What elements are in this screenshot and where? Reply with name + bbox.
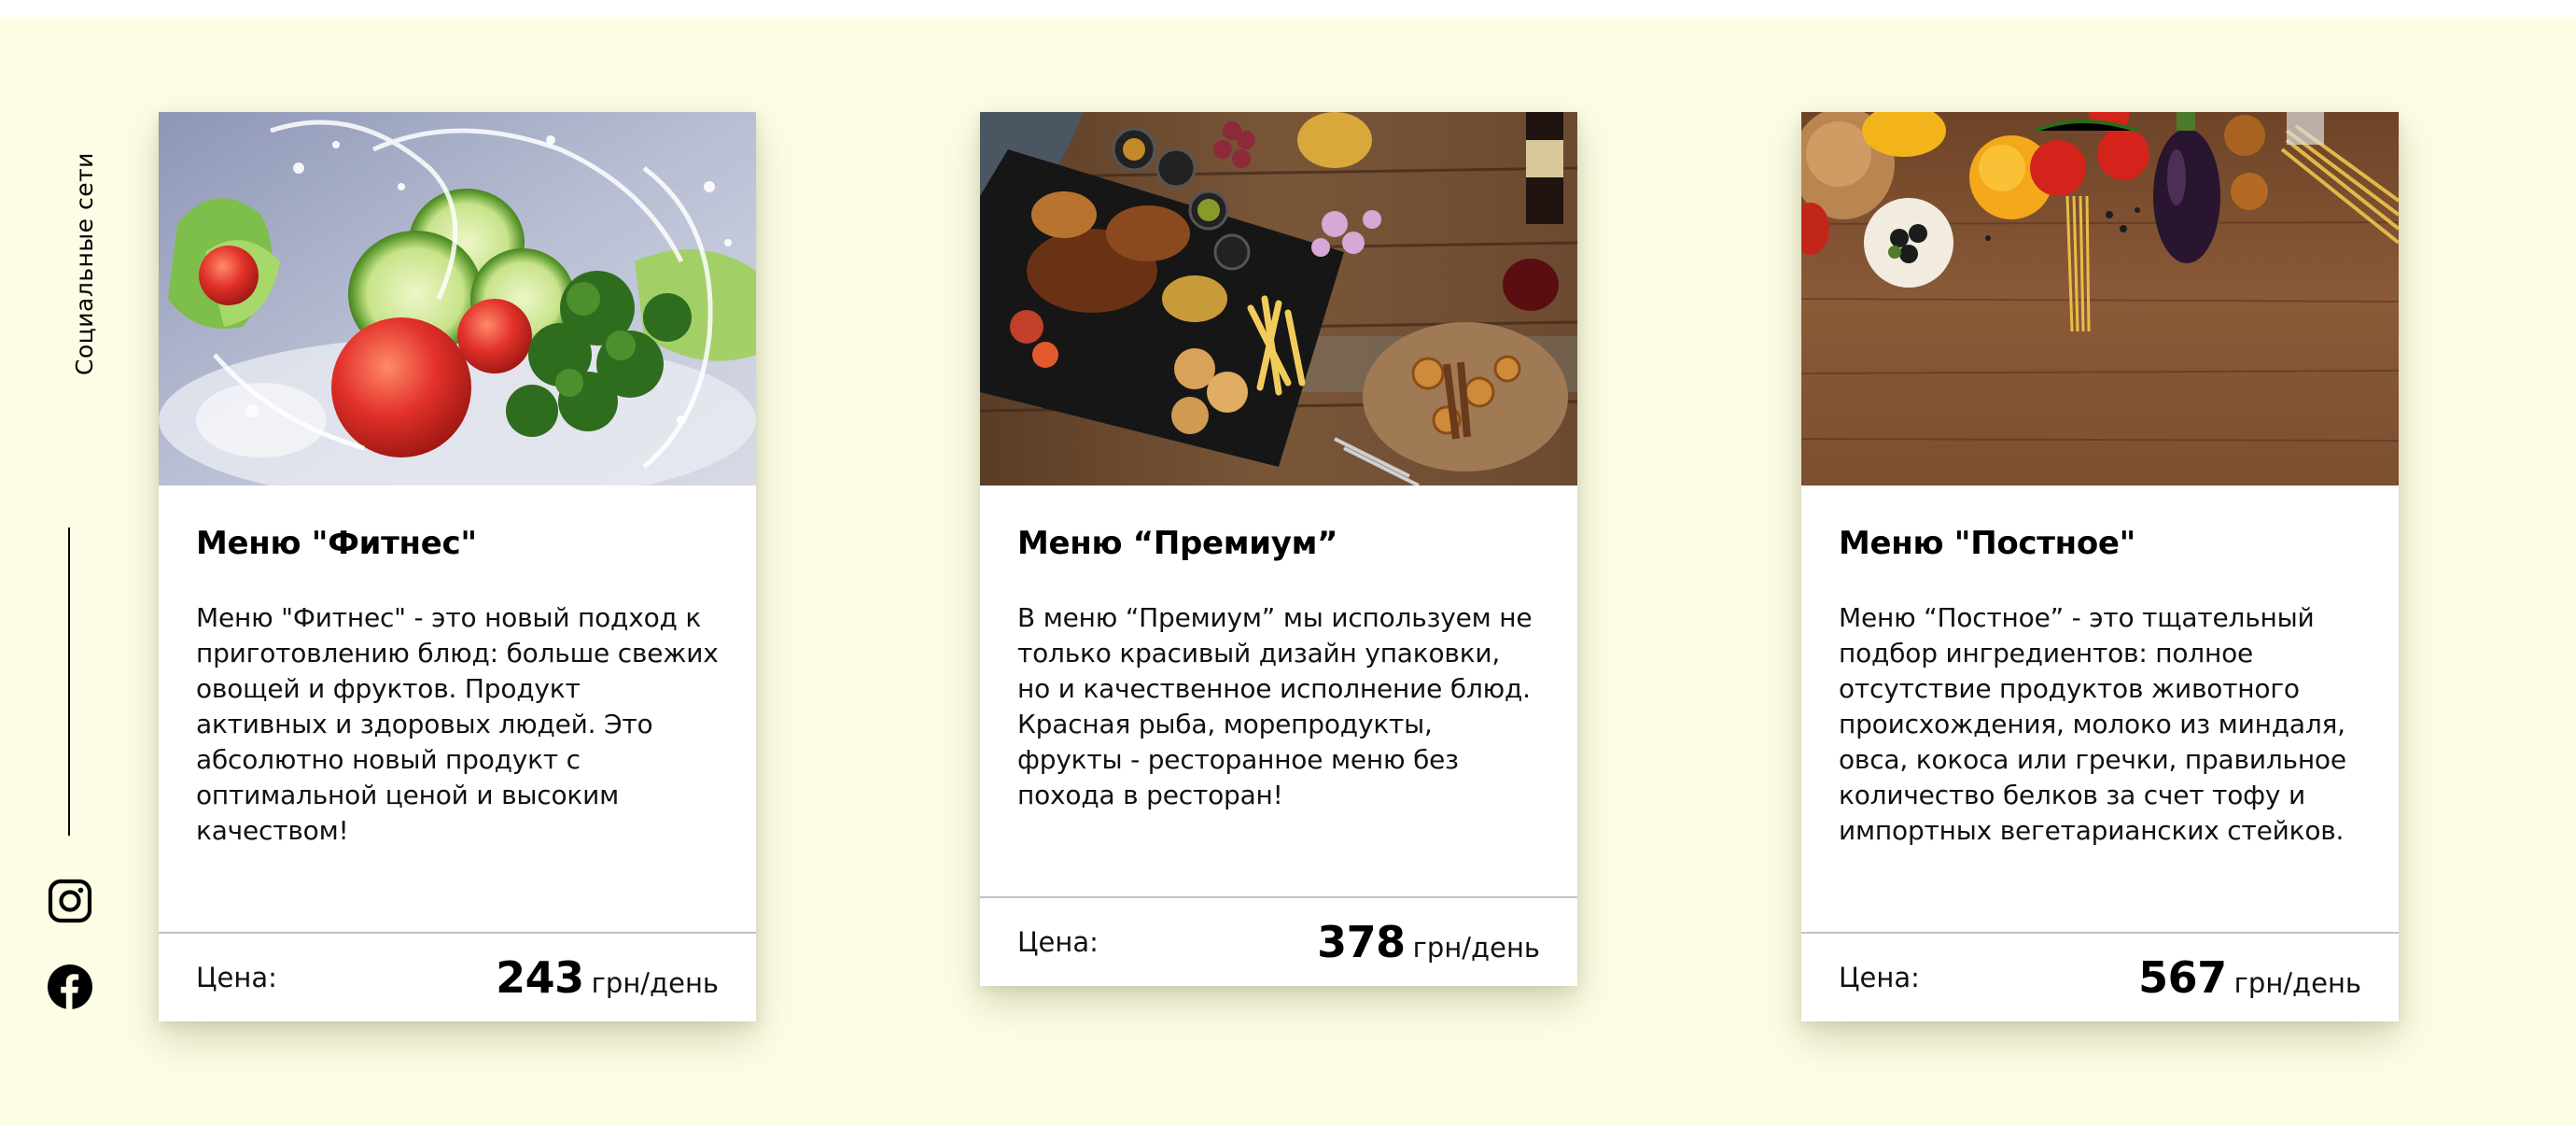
price-value: 243 [496, 952, 584, 1003]
card-price-footer: Цена: 243 грн/день [159, 932, 756, 1021]
card-description: Меню “Постное” - это тщательный подбор и… [1839, 601, 2346, 846]
price-label: Цена: [1839, 962, 1920, 993]
sidebar-divider [68, 528, 70, 836]
price-label: Цена: [196, 962, 277, 993]
price-value: 378 [1317, 917, 1406, 967]
menu-card-fitness[interactable]: Меню "Фитнес" Меню "Фитнес" - это новый … [159, 112, 756, 1021]
instagram-icon[interactable] [48, 879, 92, 923]
menu-card-premium[interactable]: Меню “Премиум” В меню “Премиум” мы испол… [980, 112, 1577, 986]
price-unit: грн/день [1412, 932, 1540, 964]
price: 243 грн/день [496, 952, 719, 1003]
vegetables-water-splash-photo [159, 112, 756, 486]
price-label: Цена: [1017, 926, 1099, 958]
card-price-footer: Цена: 378 грн/день [980, 896, 1577, 986]
card-price-footer: Цена: 567 грн/день [1801, 932, 2399, 1021]
facebook-icon[interactable] [48, 964, 92, 1009]
card-title: Меню "Постное" [1839, 525, 2136, 562]
menu-card-lenten[interactable]: Меню "Постное" Меню “Постное” - это тщат… [1801, 112, 2399, 1021]
restaurant-platter-on-wooden-table-photo [980, 112, 1577, 486]
card-description: В меню “Премиум” мы используем не только… [1017, 601, 1533, 810]
price: 378 грн/день [1317, 917, 1540, 967]
social-networks-label: Социальные сети [71, 152, 98, 375]
price-value: 567 [2138, 952, 2227, 1003]
vegetables-and-pasta-on-wooden-board-photo [1801, 112, 2399, 486]
card-description: Меню "Фитнес" - это новый подход к приго… [196, 601, 719, 846]
price: 567 грн/день [2138, 952, 2361, 1003]
price-unit: грн/день [2233, 967, 2361, 999]
card-title: Меню "Фитнес" [196, 525, 477, 562]
price-unit: грн/день [591, 967, 719, 999]
card-title: Меню “Премиум” [1017, 525, 1338, 562]
